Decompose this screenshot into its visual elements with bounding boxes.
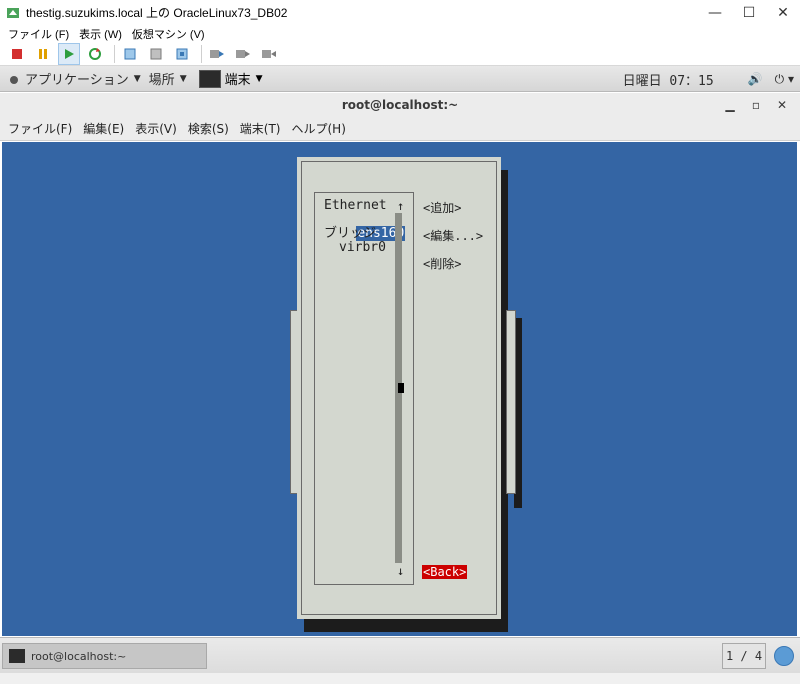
- nmtui-connection-dialog: Ethernet ens160 ブリッジ virbr0 ↑ ↓ <追加> <編集…: [297, 157, 501, 619]
- reset-button[interactable]: [84, 43, 106, 65]
- add-button[interactable]: <追加>: [423, 199, 461, 216]
- vm-window-titlebar: thestig.suzukims.local 上の OracleLinux73_…: [0, 0, 800, 25]
- close-button[interactable]: ✕: [766, 0, 800, 25]
- taskbar-item-label: root@localhost:~: [31, 649, 127, 663]
- connection-item-virbr0[interactable]: virbr0: [339, 241, 386, 255]
- section-bridge: ブリッジ: [324, 226, 377, 241]
- gnome-top-bar: アプリケーション ▼ 場所 ▼ 端末 ▼ 日曜日 07：15 🔊 ⏻ ▾: [0, 66, 800, 92]
- vm-menu-view[interactable]: 表示 (W): [79, 26, 122, 42]
- vm-toolbar: [0, 42, 800, 66]
- gnome-bottom-bar: root@localhost:~ 1 / 4: [0, 637, 800, 673]
- terminal-menu-help[interactable]: ヘルプ(H): [292, 120, 346, 137]
- keyboard-icon: [262, 49, 276, 58]
- play-icon: [65, 48, 74, 59]
- terminal-icon: [198, 69, 221, 88]
- applications-label: アプリケーション: [25, 73, 129, 88]
- taskbar-terminal-item[interactable]: root@localhost:~: [2, 643, 207, 669]
- applications-menu[interactable]: アプリケーション ▼: [8, 69, 141, 88]
- session-icon: [176, 48, 188, 59]
- checkpoint-icon: [124, 48, 136, 59]
- terminal-menu-edit[interactable]: 編集(E): [83, 120, 124, 137]
- enhanced-session-button[interactable]: [171, 43, 193, 65]
- terminal-maximize-button[interactable]: ▫: [746, 93, 766, 117]
- terminal-minimize-button[interactable]: ▁: [720, 93, 740, 117]
- terminal-titlebar: root@localhost:~ ▁ ▫ ✕: [0, 93, 800, 117]
- workspace-indicator[interactable]: 1 / 4: [722, 643, 766, 669]
- terminal-app-menu[interactable]: 端末 ▼: [198, 69, 263, 88]
- delete-button[interactable]: <削除>: [423, 255, 461, 272]
- vm-connection-icon: [7, 7, 19, 18]
- pause-icon: [39, 48, 47, 59]
- checkpoint-button[interactable]: [119, 43, 141, 65]
- chevron-down-icon: ▼: [133, 73, 141, 84]
- terminal-menu-terminal[interactable]: 端末(T): [240, 120, 281, 137]
- pause-button[interactable]: [32, 43, 54, 65]
- chevron-down-icon: ▼: [255, 73, 263, 84]
- vm-menu-file[interactable]: ファイル (F): [8, 26, 69, 42]
- clock[interactable]: 日曜日 07：15: [623, 70, 714, 89]
- terminal-menu-view[interactable]: 表示(V): [135, 120, 177, 137]
- stop-icon: [12, 48, 22, 59]
- scroll-up-arrow[interactable]: ↑: [397, 199, 404, 213]
- terminal-close-button[interactable]: ✕: [772, 93, 792, 117]
- terminal-icon: [9, 649, 25, 663]
- toolbar-separator: [201, 44, 202, 63]
- workspace-switcher-icon[interactable]: [774, 646, 794, 666]
- places-label: 場所: [148, 73, 175, 88]
- share-button[interactable]: [206, 43, 228, 65]
- chevron-down-icon: ▼: [179, 73, 187, 84]
- section-ethernet: Ethernet: [324, 198, 387, 213]
- revert-button[interactable]: [145, 43, 167, 65]
- vm-menubar: ファイル (F) 表示 (W) 仮想マシン (V): [0, 25, 800, 42]
- reset-icon: [89, 47, 101, 60]
- terminal-menubar: ファイル(F) 編集(E) 表示(V) 検索(S) 端末(T) ヘルプ(H): [0, 117, 800, 141]
- terminal-title: root@localhost:~: [341, 98, 459, 112]
- vm-window-title: thestig.suzukims.local 上の OracleLinux73_…: [26, 6, 288, 20]
- back-button[interactable]: <Back>: [422, 565, 468, 579]
- terminal-app-label: 端末: [224, 73, 251, 88]
- terminal-menu-file[interactable]: ファイル(F): [8, 120, 72, 137]
- toolbar-separator: [114, 44, 115, 63]
- background-dialog-edge: [506, 310, 516, 494]
- start-button[interactable]: [58, 42, 80, 65]
- places-menu[interactable]: 場所 ▼: [149, 69, 187, 88]
- vm-menu-machine[interactable]: 仮想マシン (V): [132, 26, 205, 42]
- power-icon[interactable]: ⏻ ▾: [775, 72, 794, 87]
- volume-icon[interactable]: 🔊: [748, 72, 763, 86]
- minimize-button[interactable]: —: [698, 0, 732, 25]
- maximize-button[interactable]: ☐: [732, 0, 766, 25]
- ctrl-alt-del-button[interactable]: [258, 43, 280, 65]
- vm-status-bar: [0, 673, 800, 684]
- integration-icon: [236, 49, 250, 58]
- gnome-foot-icon: [10, 75, 18, 84]
- revert-icon: [150, 48, 162, 59]
- edit-button[interactable]: <編集...>: [423, 227, 483, 244]
- turn-off-button[interactable]: [6, 43, 28, 65]
- scrollbar-thumb[interactable]: [398, 383, 404, 393]
- terminal-menu-search[interactable]: 検索(S): [188, 120, 229, 137]
- scroll-down-arrow[interactable]: ↓: [397, 564, 404, 578]
- integration-button[interactable]: [232, 43, 254, 65]
- share-icon: [210, 49, 224, 58]
